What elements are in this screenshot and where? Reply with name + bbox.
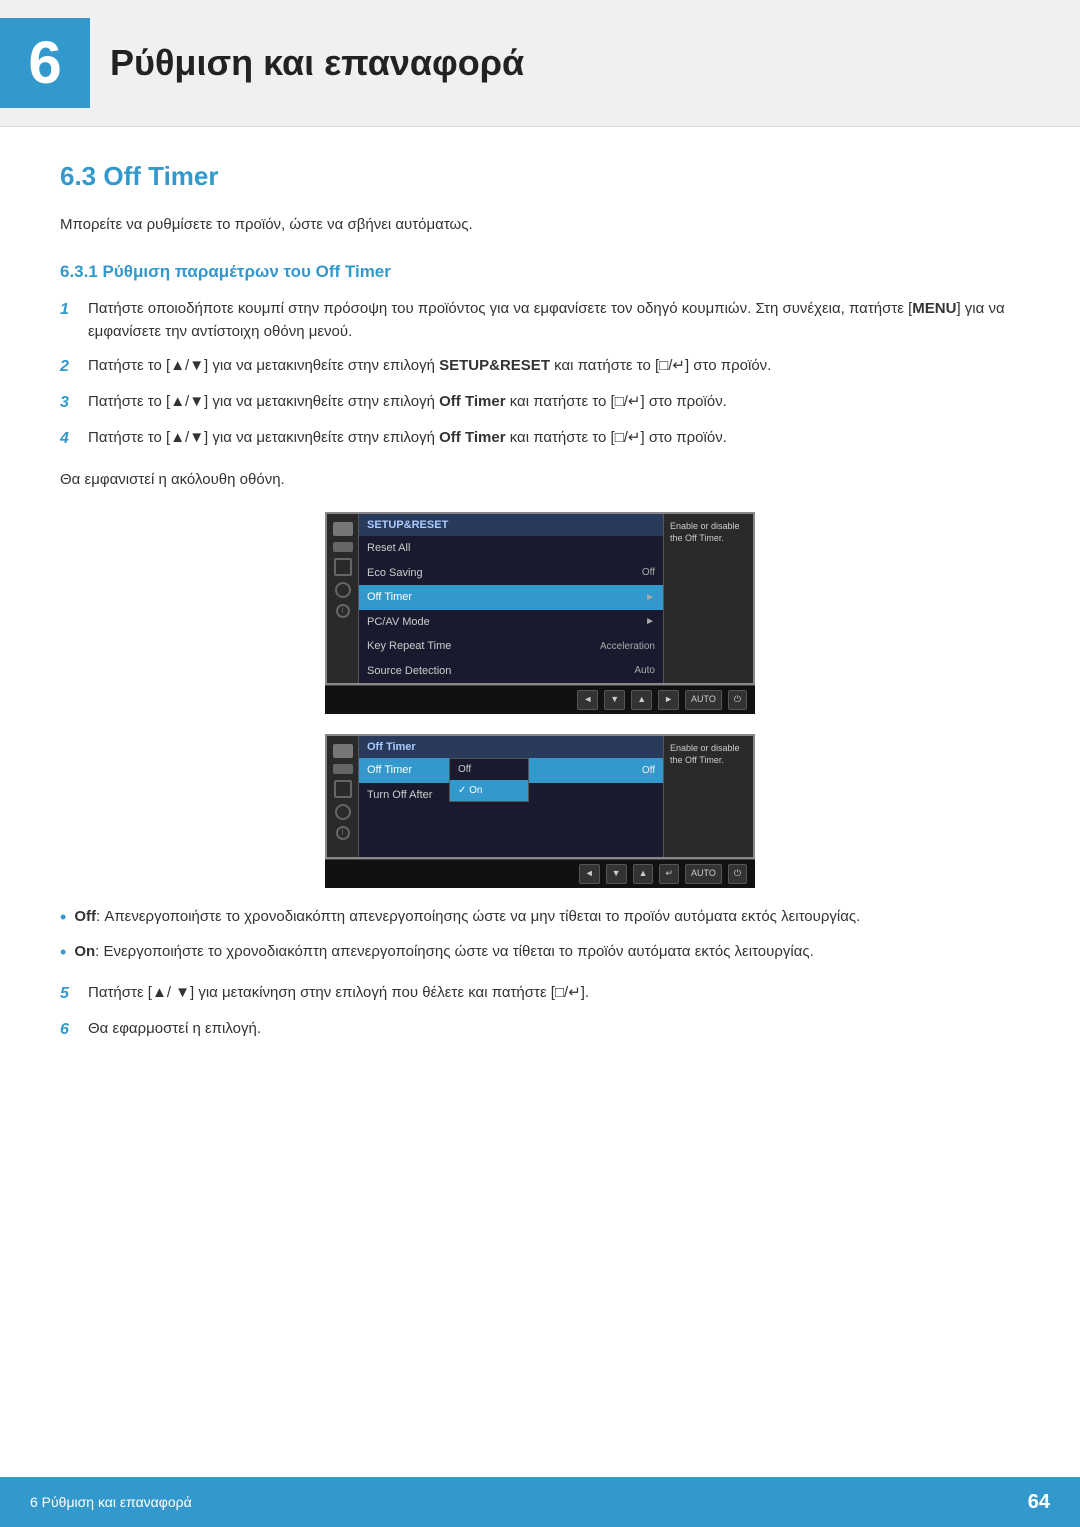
menu-item-sourcedetect: Source DetectionAuto (359, 659, 663, 684)
subsection-heading: 6.3.1 Ρύθμιση παραμέτρων του Off Timer (60, 259, 1020, 285)
screen2-sidenote: Enable or disable the Off Timer. (663, 736, 753, 858)
screen1-bottombar: ◄ ▼ ▲ ► AUTO ⏻ (325, 685, 755, 714)
menu-item-offtimer: Off Timer► (359, 585, 663, 610)
btn2-left: ◄ (579, 864, 600, 884)
icon-monitor (333, 522, 353, 536)
step-3: 3 Πατήστε το [▲/▼] για να μετακινηθείτε … (60, 391, 1020, 415)
icon-circle2 (334, 780, 352, 798)
screen2-menu: Off Timer Off Timer Off Off ✓ On (359, 736, 663, 858)
btn-down: ▼ (604, 690, 625, 710)
screen1-sidenote: Enable or disable the Off Timer. (663, 514, 753, 684)
screen1-left-icons: i (327, 514, 359, 684)
step-6: 6 Θα εφαρμοστεί η επιλογή. (60, 1018, 1020, 1042)
menu-item-keyrepeat: Key Repeat TimeAcceleration (359, 634, 663, 659)
screen2-title: Off Timer (359, 736, 663, 759)
screen2-bottombar: ◄ ▼ ▲ ↵ AUTO ⏻ (325, 859, 755, 888)
menu-item-eco: Eco SavingOff (359, 561, 663, 586)
icon-lines2 (333, 764, 353, 774)
intro-text: Μπορείτε να ρυθμίσετε το προϊόν, ώστε να… (60, 214, 1020, 237)
icon-gear2 (335, 804, 351, 820)
bullet-off: • Off: Απενεργοποιήστε το χρονοδιακόπτη … (60, 906, 1020, 929)
steps-list: 1 Πατήστε οποιοδήποτε κουμπί στην πρόσοψ… (60, 298, 1020, 451)
btn2-power: ⏻ (728, 864, 747, 884)
bullet-on: • On: Ενεργοποιήστε το χρονοδιακόπτη απε… (60, 941, 1020, 964)
screen2-frame: i Off Timer Off Timer Off Off ✓ O (325, 734, 755, 860)
step-5: 5 Πατήστε [▲/ ▼] για μετακίνηση στην επι… (60, 982, 1020, 1006)
btn-auto: AUTO (685, 690, 722, 710)
icon-monitor2 (333, 744, 353, 758)
icon-lines (333, 542, 353, 552)
screen2-mockup: i Off Timer Off Timer Off Off ✓ O (325, 734, 755, 888)
chapter-title: Ρύθμιση και επαναφορά (110, 36, 524, 90)
section-heading: 6.3 Off Timer (60, 157, 1020, 196)
screen1-frame: i SETUP&RESET Reset All Eco SavingOff Of… (325, 512, 755, 686)
menu-item-pcav: PC/AV Mode► (359, 610, 663, 635)
page-footer: 6 Ρύθμιση και επαναφορά 64 (0, 1477, 1080, 1527)
btn-up: ▲ (631, 690, 652, 710)
final-steps-list: 5 Πατήστε [▲/ ▼] για μετακίνηση στην επι… (60, 982, 1020, 1042)
screen2-left-icons: i (327, 736, 359, 858)
btn-power: ⏻ (728, 690, 747, 710)
screen2-offtimer-row: Off Timer Off Off ✓ On (359, 758, 663, 783)
dropdown-off: Off (450, 759, 528, 780)
btn2-up: ▲ (633, 864, 654, 884)
btn2-enter: ↵ (659, 864, 679, 884)
btn2-down: ▼ (606, 864, 627, 884)
btn-right: ► (658, 690, 679, 710)
screen2-spacer (359, 807, 663, 857)
chapter-number: 6 (0, 18, 90, 108)
btn2-auto: AUTO (685, 864, 722, 884)
page-header: 6 Ρύθμιση και επαναφορά (0, 0, 1080, 127)
icon-circle (334, 558, 352, 576)
icon-gear (335, 582, 351, 598)
step-1: 1 Πατήστε οποιοδήποτε κουμπί στην πρόσοψ… (60, 298, 1020, 343)
screen1-menu: SETUP&RESET Reset All Eco SavingOff Off … (359, 514, 663, 684)
icon-info: i (336, 604, 350, 618)
footer-left-text: 6 Ρύθμιση και επαναφορά (30, 1492, 192, 1513)
footer-page-number: 64 (1028, 1487, 1050, 1517)
screen-intro-text: Θα εμφανιστεί η ακόλουθη οθόνη. (60, 469, 1020, 492)
icon-info2: i (336, 826, 350, 840)
screen2-dropdown: Off ✓ On (449, 758, 529, 802)
step-4: 4 Πατήστε το [▲/▼] για να μετακινηθείτε … (60, 427, 1020, 451)
dropdown-on: ✓ On (450, 780, 528, 801)
screen1-title: SETUP&RESET (359, 514, 663, 537)
screen1-mockup: i SETUP&RESET Reset All Eco SavingOff Of… (325, 512, 755, 714)
bullet-list: • Off: Απενεργοποιήστε το χρονοδιακόπτη … (60, 906, 1020, 965)
menu-item-reset: Reset All (359, 536, 663, 561)
main-content: 6.3 Off Timer Μπορείτε να ρυθμίσετε το π… (0, 157, 1080, 1120)
step-2: 2 Πατήστε το [▲/▼] για να μετακινηθείτε … (60, 355, 1020, 379)
screen-container: i SETUP&RESET Reset All Eco SavingOff Of… (60, 512, 1020, 888)
btn-left: ◄ (577, 690, 598, 710)
